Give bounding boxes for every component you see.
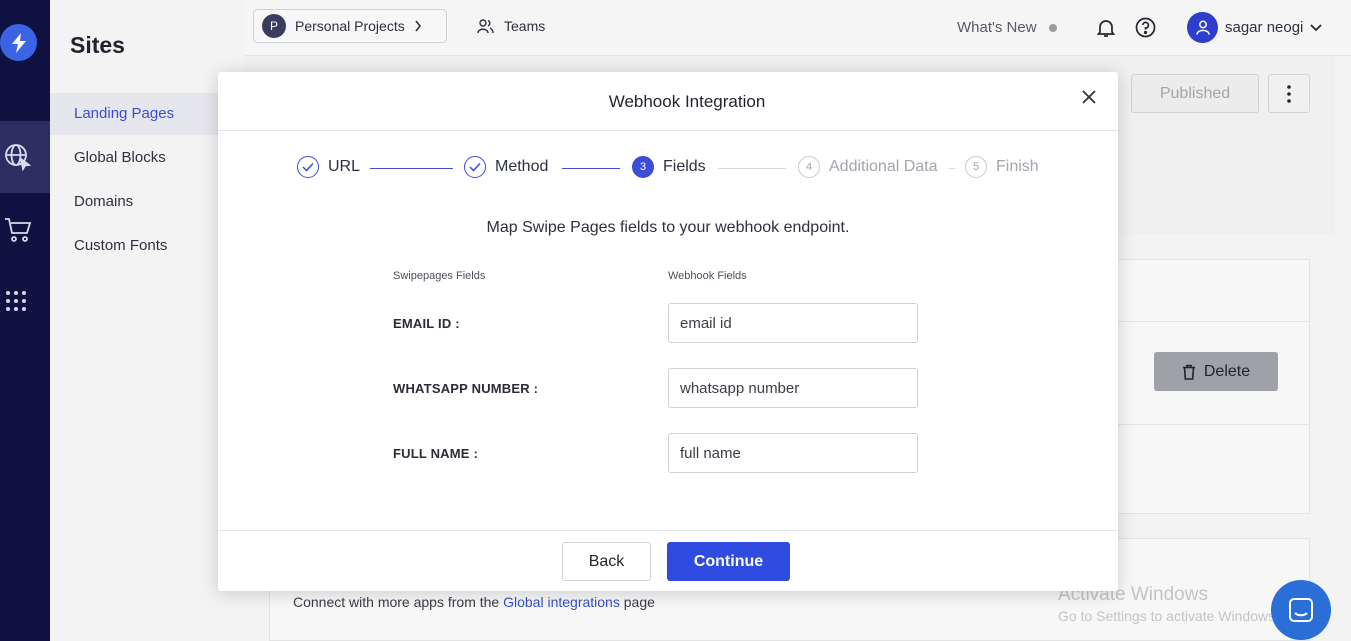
step-method: Method (464, 156, 548, 178)
step-connector (718, 168, 786, 169)
sidebar-title: Sites (70, 32, 125, 58)
step-connector (562, 168, 620, 169)
full-name-input[interactable] (668, 433, 918, 473)
teams-link[interactable]: Teams (477, 18, 545, 34)
step-number: 4 (798, 156, 820, 178)
sidebar-item-domains[interactable]: Domains (50, 181, 218, 223)
kebab-menu-icon (1287, 84, 1291, 103)
step-label: Method (495, 158, 549, 175)
whatsapp-number-label: WHATSAPP NUMBER : (393, 381, 539, 396)
step-label: Additional Data (829, 158, 938, 175)
teams-label: Teams (504, 18, 546, 34)
modal-footer: Back Continue (218, 530, 1118, 592)
delete-label: Delete (1203, 362, 1251, 380)
step-finish: 5 Finish (965, 156, 1039, 178)
step-progress: URL Method 3 Fields 4 Additional Data 5 … (297, 156, 1057, 182)
sidebar-item-landing-pages[interactable]: Landing Pages (50, 93, 218, 135)
global-integrations-link[interactable]: Global integrations (503, 594, 620, 610)
user-menu[interactable]: sagar neogi (1187, 12, 1323, 43)
step-label: Finish (996, 158, 1039, 175)
modal-title: Webhook Integration (608, 92, 766, 111)
connect-prefix: Connect with more apps from the (293, 594, 504, 610)
step-additional-data: 4 Additional Data (798, 156, 938, 178)
avatar (1187, 12, 1218, 43)
help-icon[interactable] (1135, 17, 1156, 43)
step-connector (949, 168, 955, 169)
email-id-label: EMAIL ID : (393, 316, 460, 331)
step-label: Fields (663, 158, 706, 175)
user-icon (1195, 20, 1210, 35)
full-name-label: FULL NAME : (393, 446, 479, 461)
step-number: 5 (965, 156, 987, 178)
connect-more-apps-text: Connect with more apps from the Global i… (293, 594, 655, 610)
top-bar: P Personal Projects Teams What's New sag… (245, 0, 1351, 56)
project-switcher-button[interactable]: P Personal Projects (253, 9, 447, 43)
sites-globe-icon[interactable] (0, 121, 50, 193)
webhook-integration-modal: Webhook Integration URL Method 3 Fields … (218, 72, 1118, 591)
lightning-logo-icon[interactable] (0, 24, 37, 61)
teams-icon (477, 19, 494, 34)
cart-icon[interactable] (0, 194, 50, 266)
check-icon (297, 156, 319, 178)
trash-icon (1182, 364, 1195, 380)
step-url: URL (297, 156, 360, 178)
apps-grid-icon[interactable] (0, 265, 50, 337)
connect-suffix: page (619, 594, 655, 610)
whatsapp-number-input[interactable] (668, 368, 918, 408)
intro-text: Map Swipe Pages fields to your webhook e… (486, 219, 850, 236)
sites-sidebar: Sites Landing Pages Global Blocks Domain… (50, 0, 245, 641)
sidebar-item-global-blocks[interactable]: Global Blocks (50, 137, 218, 179)
whats-new-label: What's New (957, 19, 1037, 36)
delete-button[interactable]: Delete (1154, 352, 1278, 391)
whats-new-link[interactable]: What's New (957, 19, 1057, 36)
activate-subtitle: Go to Settings to activate Windows. (1058, 608, 1279, 624)
chat-icon (1289, 598, 1313, 622)
step-fields: 3 Fields (632, 156, 706, 178)
modal-header: Webhook Integration (218, 72, 1118, 131)
app-rail (0, 0, 50, 641)
published-button[interactable]: Published (1131, 74, 1259, 113)
project-avatar: P (262, 14, 286, 38)
step-label: URL (328, 158, 361, 175)
check-icon (464, 156, 486, 178)
chevron-down-icon (1310, 23, 1323, 31)
user-name: sagar neogi (1225, 19, 1304, 36)
bell-icon[interactable] (1096, 18, 1116, 43)
step-number: 3 (632, 156, 654, 178)
webhook-fields-header: Webhook Fields (668, 270, 747, 282)
back-button[interactable]: Back (562, 542, 651, 581)
more-options-button[interactable] (1268, 74, 1310, 113)
email-id-input[interactable] (668, 303, 918, 343)
chevron-right-icon (415, 20, 421, 32)
chat-launcher-button[interactable] (1271, 580, 1331, 640)
swipepages-fields-header: Swipepages Fields (393, 270, 486, 282)
whats-new-dot (1048, 23, 1057, 32)
continue-button[interactable]: Continue (667, 542, 790, 581)
sidebar-item-custom-fonts[interactable]: Custom Fonts (50, 225, 218, 267)
close-icon[interactable] (1080, 88, 1100, 108)
project-label: Personal Projects (295, 18, 405, 34)
step-connector (370, 168, 453, 169)
